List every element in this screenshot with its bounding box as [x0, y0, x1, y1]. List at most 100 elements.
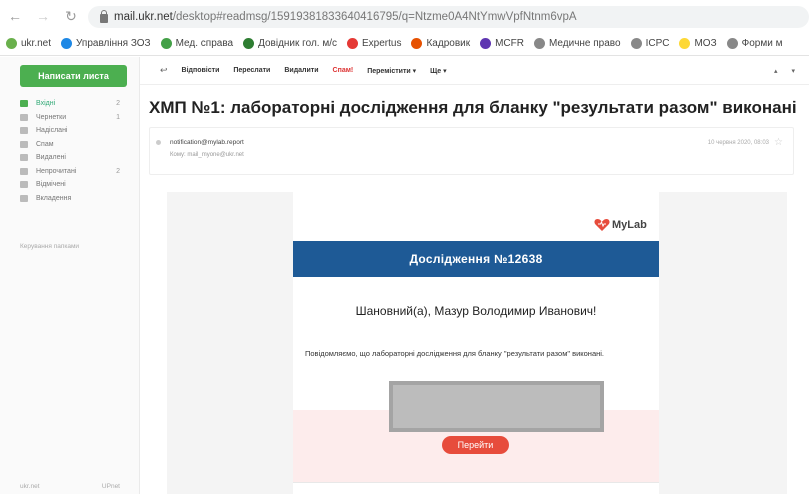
bookmark-item[interactable]: Кадровик: [411, 38, 470, 49]
bookmark-favicon-icon: [243, 38, 255, 49]
folder-label: Відмічені: [36, 181, 66, 189]
footer-link-right[interactable]: UPnet: [102, 483, 120, 490]
folder-label: Непрочитані: [36, 167, 77, 175]
bookmark-item[interactable]: ICPC: [630, 38, 670, 49]
sidebar-item-folder[interactable]: Непрочитані 2: [20, 165, 130, 179]
bookmark-favicon-icon: [61, 38, 73, 49]
folder-label: Надіслані: [36, 127, 68, 135]
trash-icon: [20, 154, 28, 162]
study-banner: Дослідження №12638: [293, 241, 659, 277]
bookmark-label: Форми м: [741, 38, 783, 49]
redacted-block: [389, 381, 604, 432]
mail-sidebar: Написати листа Вхідні 2 Чернетки 1 Надіслані…: [0, 57, 140, 494]
bookmark-label: Медичне право: [548, 38, 621, 49]
bookmark-item[interactable]: Управління ЗОЗ: [61, 38, 151, 49]
message-subject: ХМП №1: лабораторні дослідження для блан…: [149, 98, 797, 117]
bookmark-label: Управління ЗОЗ: [76, 38, 151, 49]
attachment-icon: [20, 194, 28, 202]
bookmark-item[interactable]: MCFR: [480, 38, 524, 49]
bookmark-favicon-icon: [533, 38, 545, 49]
heart-logo-icon: [594, 218, 610, 232]
bookmark-label: ICPC: [645, 38, 670, 49]
back-to-list-icon[interactable]: ↩: [160, 65, 168, 76]
bookmark-item[interactable]: Медичне право: [533, 38, 621, 49]
spam-button[interactable]: Спам!: [333, 67, 354, 74]
message-date: 10 червня 2020, 08:03: [707, 140, 769, 146]
sender-header: notification@mylab.report Кому: mail_myo…: [149, 127, 794, 175]
message-body-text: Повідомляємо, що лабораторні дослідження…: [305, 349, 605, 358]
folder-count: 1: [116, 113, 120, 121]
sent-icon: [20, 127, 28, 135]
logo-text: MyLab: [612, 219, 647, 231]
reload-icon[interactable]: ↻: [64, 8, 78, 25]
folder-label: Чернетки: [36, 113, 67, 121]
draft-icon: [20, 113, 28, 121]
bookmark-favicon-icon: [679, 38, 691, 49]
footer-link-left[interactable]: ukr.net: [20, 483, 40, 490]
url-path: /desktop#readmsg/15919381833640416795/q=…: [172, 11, 577, 23]
sidebar-item-folder[interactable]: Вхідні 2: [20, 97, 130, 111]
folder-label: Вхідні: [36, 100, 56, 108]
divider: [293, 482, 659, 483]
reply-button[interactable]: Відповісти: [182, 67, 220, 74]
recipient-line: Кому: mail_myone@ukr.net: [170, 152, 244, 158]
star-icon: [20, 181, 28, 189]
folder-label: Вкладення: [36, 194, 72, 202]
bookmark-favicon-icon: [347, 38, 358, 49]
more-button[interactable]: Ще ▾: [430, 67, 447, 75]
bookmark-favicon-icon: [6, 38, 17, 49]
next-message-icon[interactable]: ▾: [791, 67, 795, 75]
unread-icon: [20, 167, 28, 175]
manage-folders-link[interactable]: Керування папками: [20, 243, 79, 250]
folder-list: Вхідні 2 Чернетки 1 Надіслані Спам Видалені Неп…: [20, 97, 130, 205]
bookmark-item[interactable]: Мед. справа: [160, 38, 234, 49]
sidebar-item-folder[interactable]: Видалені: [20, 151, 130, 165]
sidebar-item-folder[interactable]: Надіслані: [20, 124, 130, 138]
greeting-text: Шановний(а), Мазур Володимир Иванович!: [355, 304, 597, 318]
folder-count: 2: [116, 167, 120, 175]
lock-icon: [100, 10, 108, 23]
bookmark-item[interactable]: ukr.net: [6, 38, 51, 49]
bookmark-label: МОЗ: [694, 38, 717, 49]
bookmark-favicon-icon: [411, 38, 423, 49]
bookmark-favicon-icon: [480, 38, 492, 49]
folder-label: Спам: [36, 140, 54, 148]
arrow-left-icon[interactable]: ←: [8, 8, 22, 24]
mylab-logo: MyLab: [594, 218, 647, 232]
bookmark-label: ukr.net: [21, 38, 52, 49]
star-icon[interactable]: ☆: [774, 137, 783, 148]
bookmark-label: Мед. справа: [175, 38, 234, 49]
bookmark-label: Кадровик: [426, 38, 471, 49]
bookmark-item[interactable]: Довідник гол. м/с: [243, 38, 337, 49]
move-button[interactable]: Перемістити ▾: [367, 67, 416, 75]
bookmark-item[interactable]: МОЗ: [679, 38, 717, 49]
go-button[interactable]: Перейти: [442, 436, 509, 454]
folder-label: Видалені: [36, 154, 66, 162]
avatar: [156, 140, 161, 145]
forward-button[interactable]: Переслати: [233, 67, 270, 74]
sidebar-item-folder[interactable]: Чернетки 1: [20, 111, 130, 125]
spam-icon: [20, 140, 28, 148]
sidebar-item-folder[interactable]: Вкладення: [20, 192, 130, 206]
bookmark-item[interactable]: Форми м: [726, 38, 783, 49]
prev-message-icon[interactable]: ▴: [774, 67, 778, 75]
arrow-right-icon[interactable]: →: [36, 8, 50, 24]
address-bar[interactable]: mail.ukr.net/desktop#readmsg/15919381833…: [88, 6, 809, 28]
compose-button[interactable]: Написати листа: [20, 65, 127, 87]
folder-count: 2: [116, 100, 120, 108]
url-host: mail.ukr.net: [114, 11, 173, 23]
inbox-icon: [20, 100, 28, 108]
bookmark-favicon-icon: [630, 38, 642, 49]
bookmark-favicon-icon: [726, 38, 738, 49]
bookmark-label: Довідник гол. м/с: [258, 38, 337, 49]
sender-email[interactable]: notification@mylab.report: [170, 139, 244, 146]
bookmark-item[interactable]: Expertus: [347, 38, 401, 49]
delete-button[interactable]: Видалити: [284, 67, 318, 74]
sidebar-item-folder[interactable]: Відмічені: [20, 178, 130, 192]
bookmarks-bar: ukr.net Управління ЗОЗ Мед. справа Довідник…: [0, 32, 809, 56]
bookmark-label: Expertus: [362, 38, 402, 49]
bookmark-favicon-icon: [160, 38, 172, 49]
message-toolbar: ↩ Відповісти Переслати Видалити Спам! Пе…: [140, 57, 809, 85]
sidebar-footer: ukr.net UPnet: [20, 483, 120, 490]
sidebar-item-folder[interactable]: Спам: [20, 138, 130, 152]
